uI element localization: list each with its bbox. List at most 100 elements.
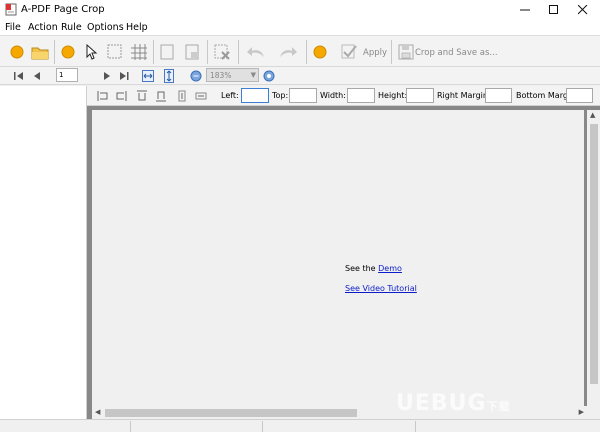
document-viewer[interactable]: ▲ ◀ ▶	[87, 106, 600, 419]
status-divider	[415, 421, 416, 432]
demo-prefix: See the	[345, 264, 379, 273]
undo-button[interactable]	[245, 41, 267, 63]
crop-rect-button[interactable]	[104, 41, 126, 63]
open-folder-icon	[31, 47, 49, 60]
step-1-icon	[10, 45, 24, 59]
menu-action[interactable]: Action	[28, 22, 58, 33]
toolbar-separator	[391, 40, 392, 64]
maximize-icon	[549, 5, 558, 14]
toolbar-separator	[207, 40, 208, 64]
last-page-icon	[120, 72, 129, 80]
fit-width-icon	[142, 70, 154, 82]
page-edit-icon	[185, 44, 199, 60]
menu-help[interactable]: Help	[126, 22, 148, 33]
zoom-value: 183%	[210, 71, 232, 80]
step3-badge	[309, 41, 331, 63]
menu-bar: File Action Rule Options Help	[0, 20, 600, 35]
menu-file[interactable]: File	[5, 22, 21, 33]
apply-button[interactable]	[338, 41, 360, 63]
main-toolbar: Apply Crop and Save as...	[0, 35, 600, 67]
align-bottom-icon[interactable]	[155, 90, 167, 102]
status-divider	[262, 421, 263, 432]
delete-rule-button[interactable]	[211, 41, 233, 63]
zoom-select[interactable]: 183% ▼	[206, 68, 259, 82]
crop-save-button[interactable]	[395, 41, 417, 63]
redo-icon	[280, 47, 297, 57]
fit-width-button[interactable]	[141, 69, 155, 83]
maximize-button[interactable]	[539, 0, 569, 20]
vertical-scrollbar[interactable]: ▲	[587, 110, 600, 419]
align-right-icon[interactable]	[115, 90, 127, 102]
chevron-down-icon: ▼	[250, 71, 256, 79]
demo-link[interactable]: Demo	[378, 264, 402, 273]
apply-label[interactable]: Apply	[363, 48, 387, 58]
watermark-text: UEBUG	[396, 391, 487, 416]
first-page-icon	[14, 72, 23, 80]
demo-text: See the Demo	[345, 264, 402, 273]
menu-options[interactable]: Options	[87, 22, 124, 33]
delete-icon	[214, 44, 230, 60]
toolbar-separator	[238, 40, 239, 64]
watermark-suffix: 下载	[486, 400, 511, 413]
toolbar-separator	[54, 40, 55, 64]
select-tool-button[interactable]	[80, 41, 102, 63]
align-top-icon[interactable]	[136, 90, 148, 102]
close-icon	[578, 5, 588, 15]
step1-badge	[6, 41, 28, 63]
fit-page-button[interactable]	[162, 69, 176, 83]
undo-icon	[247, 47, 264, 57]
step-2-icon	[61, 45, 75, 59]
height-label: Height:	[378, 91, 408, 100]
align-left-icon[interactable]	[97, 90, 109, 102]
right-margin-input[interactable]	[485, 88, 512, 103]
pointer-icon	[86, 44, 98, 60]
height-input[interactable]	[406, 88, 434, 103]
prev-page-button[interactable]	[30, 69, 44, 83]
bottom-margin-input[interactable]	[566, 88, 593, 103]
horizontal-scroll-thumb[interactable]	[105, 409, 357, 417]
zoom-in-icon	[263, 70, 275, 82]
width-input[interactable]	[347, 88, 375, 103]
zoom-in-button[interactable]	[262, 69, 276, 83]
status-divider	[130, 421, 131, 432]
grid-button[interactable]	[128, 41, 150, 63]
left-input[interactable]	[241, 88, 269, 103]
menu-rule[interactable]: Rule	[61, 22, 82, 33]
crop-rect-icon	[107, 44, 122, 59]
right-margin-label: Right Margin:	[437, 91, 491, 100]
scroll-left-icon[interactable]: ◀	[95, 408, 100, 416]
scroll-right-icon[interactable]: ▶	[579, 408, 584, 416]
new-rule-button[interactable]	[156, 41, 178, 63]
left-label: Left:	[221, 91, 239, 100]
grid-icon	[131, 44, 147, 60]
open-button[interactable]	[29, 41, 51, 63]
redo-button[interactable]	[277, 41, 299, 63]
first-page-button[interactable]	[12, 69, 26, 83]
crop-save-label[interactable]: Crop and Save as...	[415, 48, 498, 58]
page-canvas[interactable]	[92, 110, 584, 408]
top-label: Top:	[272, 91, 289, 100]
top-input[interactable]	[289, 88, 317, 103]
video-tutorial-link[interactable]: See Video Tutorial	[345, 284, 417, 293]
minimize-button[interactable]	[510, 0, 540, 20]
step2-badge	[57, 41, 79, 63]
zoom-out-button[interactable]	[189, 69, 203, 83]
apply-check-icon	[341, 44, 357, 59]
scroll-up-icon[interactable]: ▲	[590, 111, 595, 119]
app-icon	[5, 3, 17, 16]
last-page-button[interactable]	[117, 69, 131, 83]
save-icon	[398, 44, 414, 60]
thumbnail-panel[interactable]	[0, 86, 87, 419]
center-horizontal-icon[interactable]	[195, 90, 207, 102]
close-button[interactable]	[568, 0, 598, 20]
width-label: Width:	[320, 91, 346, 100]
horizontal-scrollbar[interactable]: ◀ ▶	[92, 406, 587, 419]
toolbar-separator	[153, 40, 154, 64]
center-vertical-icon[interactable]	[176, 90, 188, 102]
crop-fields-toolbar: Left: Top: Width: Height: Right Margin: …	[87, 86, 600, 106]
vertical-scroll-thumb[interactable]	[590, 124, 598, 384]
prev-page-icon	[34, 72, 40, 80]
page-number-input[interactable]: 1	[56, 68, 78, 82]
edit-rule-button[interactable]	[181, 41, 203, 63]
next-page-button[interactable]	[100, 69, 114, 83]
